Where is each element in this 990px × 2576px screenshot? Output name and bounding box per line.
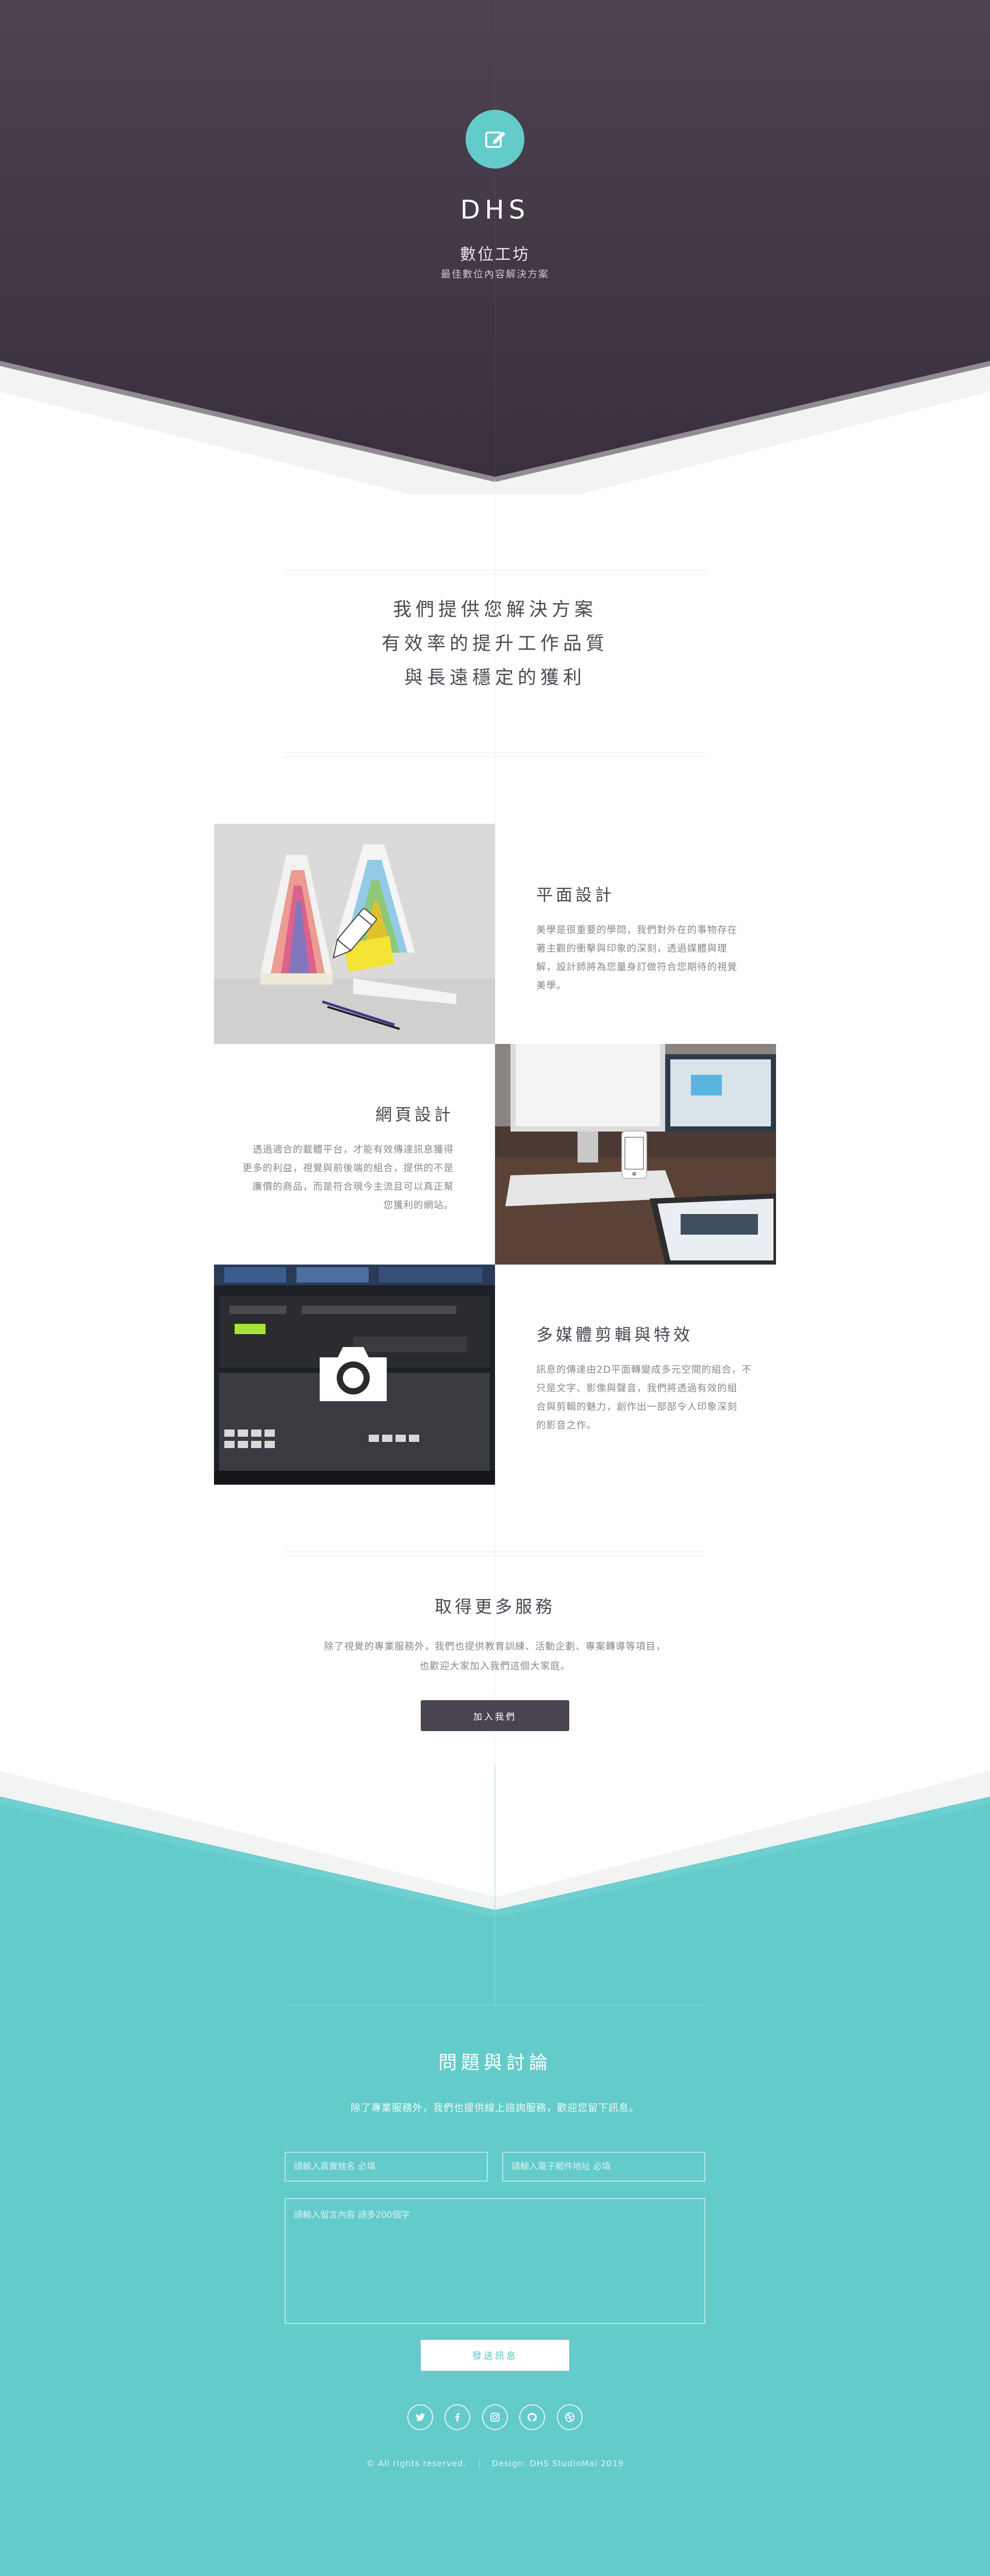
twitter-icon[interactable] [407, 2404, 433, 2430]
intro-line: 與長遠穩定的獲利 [404, 667, 586, 688]
edit-icon [485, 131, 505, 148]
service-description: 透過適合的載體平台，才能有效傳達訊息獲得 更多的利益，視覺與前後端的組合，提供的… [242, 1144, 454, 1211]
service-description: 美學是很重要的學問，我們對外在的事物存在 著主觀的衝擊與印象的深刻，透過媒體與理… [536, 925, 738, 991]
service-title: 平面設計 [536, 885, 615, 905]
join-us-button[interactable]: 加入我們 [421, 1700, 569, 1731]
divider [478, 2459, 480, 2468]
web-design-photo [495, 1044, 776, 1265]
contact-title: 問題與討論 [438, 2052, 552, 2073]
design-credit: Design: DHS StudioMai 2019 [491, 2458, 624, 2468]
github-icon[interactable] [519, 2404, 545, 2430]
brand-subtitle: 數位工坊 [460, 245, 530, 264]
copyright-text: © All rights reserved. [366, 2458, 467, 2468]
copyright-bar: © All rights reserved. Design: DHS Studio… [0, 2458, 990, 2468]
contact-description: 除了專業服務外，我們也提供線上諮詢服務，歡迎您留下訊息。 [350, 2102, 639, 2114]
graphic-design-photo [214, 824, 495, 1044]
dribbble-icon[interactable] [557, 2404, 583, 2430]
logo-badge[interactable] [466, 110, 524, 169]
brand-tagline: 最佳數位內容解決方案 [440, 269, 549, 280]
service-title: 多媒體剪輯與特效 [536, 1325, 694, 1344]
hero-header: DHS 數位工坊 最佳數位內容解決方案 [0, 0, 990, 495]
more-services-description: 除了視覺的專業服務外，我們也提供教育訓練、活動企劃、專案轉導等項目， 也歡迎大家… [324, 1641, 666, 1672]
service-title: 網頁設計 [375, 1105, 454, 1124]
intro-line: 我們提供您解決方案 [392, 599, 597, 620]
more-services-section: 取得更多服務 除了視覺的專業服務外，我們也提供教育訓練、活動企劃、專案轉導等項目… [0, 1593, 990, 1676]
multimedia-photo [214, 1265, 495, 1485]
email-field[interactable] [502, 2152, 705, 2182]
service-graphic-design: 平面設計 美學是很重要的學問，我們對外在的事物存在 著主觀的衝擊與印象的深刻，透… [536, 882, 779, 995]
service-multimedia: 多媒體剪輯與特效 訊息的傳達由2D平面轉變成多元空間的組合，不 只是文字、影像與… [536, 1322, 779, 1435]
facebook-icon[interactable] [444, 2404, 470, 2430]
brand-title: DHS [460, 195, 530, 225]
intro-section: 我們提供您解決方案 有效率的提升工作品質 與長遠穩定的獲利 [0, 593, 990, 695]
contact-footer [0, 1763, 990, 2576]
message-field[interactable] [285, 2198, 705, 2324]
more-services-title: 取得更多服務 [435, 1597, 555, 1617]
instagram-icon[interactable] [482, 2404, 508, 2430]
mobile-icon [621, 1131, 647, 1179]
footer-background [0, 1763, 990, 2576]
name-field[interactable] [285, 2152, 488, 2182]
camera-icon [320, 1347, 387, 1401]
intro-line: 有效率的提升工作品質 [381, 633, 608, 654]
service-web-design: 網頁設計 透過適合的載體平台，才能有效傳達訊息獲得 更多的利益，視覺與前後端的組… [211, 1102, 454, 1215]
pencil-icon [333, 908, 377, 959]
service-description: 訊息的傳達由2D平面轉變成多元空間的組合，不 只是文字、影像與聲音，我們將透過有… [536, 1365, 752, 1431]
send-message-button[interactable]: 發送訊息 [421, 2340, 569, 2371]
